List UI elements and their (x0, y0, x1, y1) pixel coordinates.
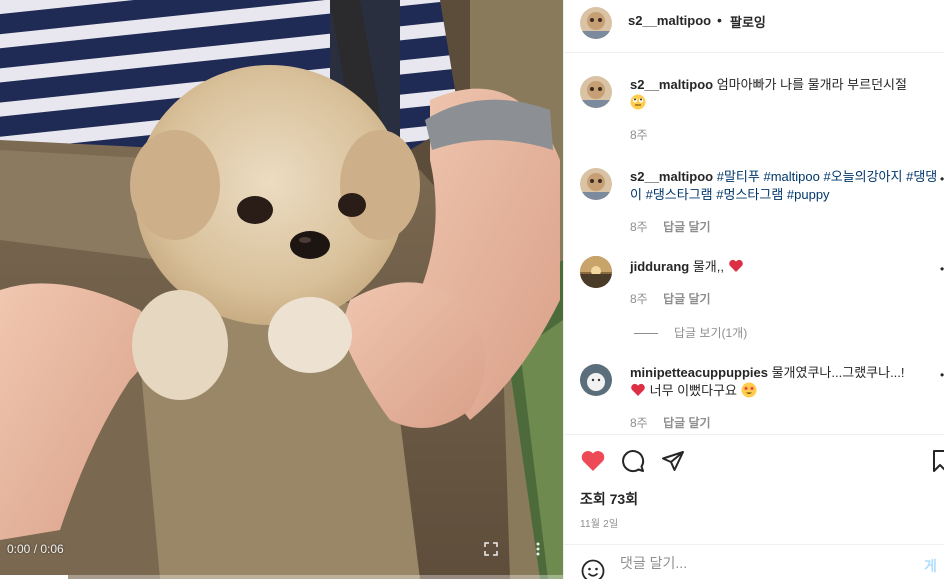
comment-icon[interactable] (621, 449, 645, 473)
view-replies-button[interactable]: 답글 보기(1개) (634, 324, 747, 341)
comment-username[interactable]: minipetteacuppuppies (630, 365, 768, 380)
paper-plane-icon[interactable] (661, 449, 685, 473)
post-panel: s2__maltipoo • 팔로잉 s2__maltipoo 엄마아빠가 나를… (563, 0, 944, 579)
fullscreen-icon[interactable] (484, 542, 498, 556)
avatar[interactable] (580, 7, 612, 39)
post-video[interactable]: 0:00 / 0:06 (0, 0, 563, 579)
comment-meta: 8주 답글 달기 (630, 414, 723, 431)
reply-button[interactable]: 답글 달기 (663, 292, 711, 306)
comment-options-icon[interactable]: • (940, 262, 944, 276)
comment-body: 물개,, (692, 259, 724, 274)
comment-time: 8주 (630, 220, 648, 234)
comment-time: 8주 (630, 128, 648, 142)
hashtag-link[interactable]: #puppy (787, 187, 830, 202)
comment-text: jiddurang 물개,, (630, 258, 942, 276)
divider-line (634, 333, 658, 335)
video-progress-bar[interactable] (0, 575, 563, 579)
more-vertical-icon[interactable] (534, 541, 542, 557)
rolling-eyes-emoji (630, 94, 646, 110)
comments-list[interactable]: s2__maltipoo 엄마아빠가 나를 물개라 부르던시절 8주 s2__m… (564, 54, 944, 434)
comment-input[interactable] (620, 555, 900, 571)
add-comment-bar: 게시 (564, 544, 944, 579)
comment-text: s2__maltipoo 엄마아빠가 나를 물개라 부르던시절 (630, 76, 942, 112)
comment-time: 8주 (630, 416, 648, 430)
post-actions: 조회 73회 11월 2일 (564, 434, 944, 548)
red-heart-emoji (728, 259, 743, 272)
comment-username[interactable]: s2__maltipoo (630, 169, 713, 184)
avatar[interactable] (580, 364, 612, 396)
comment-text: minipetteacuppuppies 물개였쿠나...그랬쿠나...! 너무… (630, 364, 942, 400)
post-date[interactable]: 11월 2일 (580, 515, 618, 530)
hashtag-link[interactable]: #말티푸 (717, 169, 760, 184)
avatar[interactable] (580, 76, 612, 108)
reply-button[interactable]: 답글 달기 (663, 220, 711, 234)
emoji-smile-icon[interactable] (581, 559, 605, 579)
hashtag-link[interactable]: #멍스타그램 (716, 187, 783, 202)
avatar[interactable] (580, 168, 612, 200)
video-timestamp: 0:00 / 0:06 (7, 542, 64, 556)
comment-meta: 8주 (630, 126, 660, 143)
comment-username[interactable]: s2__maltipoo (630, 77, 713, 92)
star-struck-emoji (741, 382, 757, 398)
comment-body: 물개였쿠나...그랬쿠나...! (771, 365, 905, 380)
comment-text: s2__maltipoo #말티푸 #maltipoo #오늘의강아지 #댕댕이… (630, 168, 942, 204)
comment-username[interactable]: jiddurang (630, 259, 689, 274)
hashtag-link[interactable]: #maltipoo (763, 169, 819, 184)
comment-body: 엄마아빠가 나를 물개라 부르던시절 (716, 77, 907, 92)
comment-meta: 8주 답글 달기 (630, 218, 723, 235)
video-controls: 0:00 / 0:06 (0, 539, 563, 579)
view-replies-label: 답글 보기(1개) (674, 326, 748, 340)
comment-time: 8주 (630, 292, 648, 306)
reply-button[interactable]: 답글 달기 (663, 416, 711, 430)
red-heart-emoji (631, 383, 645, 396)
comment-options-icon[interactable]: • (940, 172, 944, 186)
comment-options-icon[interactable]: • (940, 368, 944, 382)
following-button[interactable]: 팔로잉 (730, 12, 766, 31)
post-author-username[interactable]: s2__maltipoo (628, 13, 711, 28)
separator-dot: • (717, 12, 722, 28)
heart-filled-icon[interactable] (580, 449, 606, 473)
hashtag-link[interactable]: #오늘의강아지 (823, 169, 902, 184)
comment-meta: 8주 답글 달기 (630, 290, 723, 307)
avatar[interactable] (580, 256, 612, 288)
post-comment-button[interactable]: 게시 (924, 556, 944, 579)
view-count[interactable]: 조회 73회 (580, 489, 638, 509)
video-frame (0, 0, 563, 579)
hashtag-link[interactable]: #댕스타그램 (646, 187, 713, 202)
comment-body-2: 너무 이뻤다구요 (649, 383, 737, 398)
video-progress-fill (0, 575, 68, 579)
bookmark-icon[interactable] (932, 449, 944, 473)
post-header: s2__maltipoo • 팔로잉 (564, 0, 944, 53)
